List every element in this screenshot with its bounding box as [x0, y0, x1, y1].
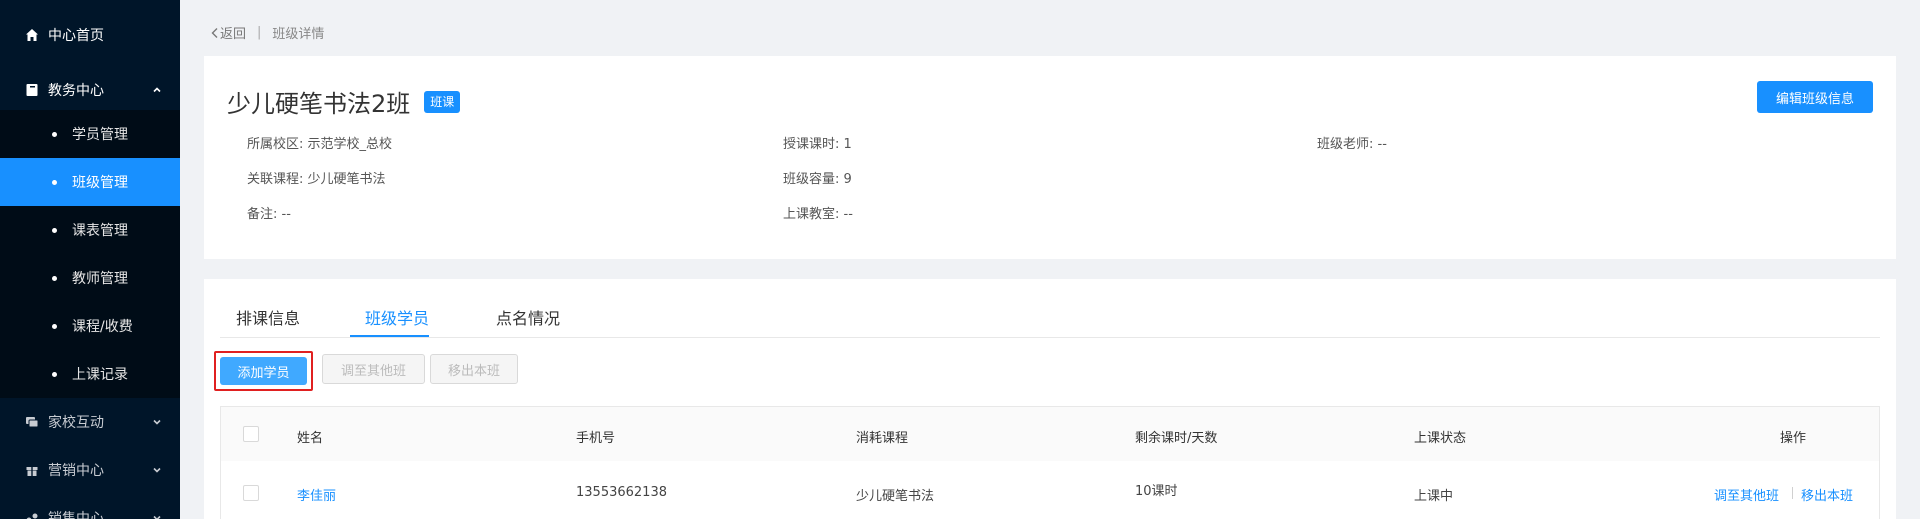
sidebar-item-label: 学员管理: [72, 127, 128, 143]
menu-academic[interactable]: 教务中心: [0, 70, 180, 110]
menu-marketing[interactable]: 营销中心: [0, 446, 180, 494]
page-title: 少儿硬笔书法2班 班课: [227, 84, 461, 119]
sidebar-item-label: 班级管理: [72, 175, 128, 191]
menu-home-label: 中心首页: [48, 28, 104, 44]
action-divider: [1792, 487, 1793, 499]
col-phone: 手机号: [576, 431, 616, 446]
menu-academic-label: 教务中心: [48, 83, 104, 99]
info-remark: 备注: --: [247, 207, 291, 222]
main-content: 返回 | 班级详情 少儿硬笔书法2班 班课 编辑班级信息 所属校区: 示范学校_…: [180, 0, 1920, 519]
info-course: 关联课程: 少儿硬笔书法: [247, 172, 386, 187]
transfer-class-button[interactable]: 调至其他班: [322, 354, 425, 384]
chevron-down-icon: [153, 467, 161, 473]
sidebar-item-label: 教师管理: [72, 271, 128, 287]
chat-icon: [24, 414, 40, 430]
home-icon: [24, 27, 40, 43]
col-remaining: 剩余课时/天数: [1135, 431, 1218, 446]
info-capacity: 班级容量: 9: [783, 172, 852, 187]
col-status: 上课状态: [1414, 431, 1467, 446]
student-phone: 13553662138: [576, 485, 667, 500]
gift-icon: [24, 462, 40, 478]
chevron-left-icon: [211, 27, 218, 38]
chevron-down-icon: [153, 515, 161, 519]
sidebar-item-label: 课程/收费: [72, 319, 133, 335]
student-course: 少儿硬笔书法: [856, 489, 935, 504]
table-row: 李佳丽 13553662138 少儿硬笔书法 10课时 上课中 调至其他班 移出…: [221, 461, 1879, 519]
col-name: 姓名: [297, 431, 324, 446]
students-table: 姓名 手机号 消耗课程 剩余课时/天数 上课状态 操作 李佳丽 13553662…: [220, 406, 1880, 519]
chart-icon: [24, 510, 40, 519]
sidebar-item-schedule[interactable]: 课表管理: [0, 206, 180, 254]
bullet-icon: [52, 371, 57, 377]
breadcrumb-current: 班级详情: [272, 27, 325, 42]
tab-attendance[interactable]: 点名情况: [496, 305, 560, 329]
sidebar-item-students[interactable]: 学员管理: [0, 110, 180, 158]
sidebar-item-teachers[interactable]: 教师管理: [0, 254, 180, 302]
select-all-checkbox[interactable]: [243, 426, 259, 442]
chevron-down-icon: [153, 419, 161, 425]
row-checkbox[interactable]: [243, 485, 259, 501]
bullet-icon: [52, 179, 57, 185]
class-name: 少儿硬笔书法2班: [227, 90, 411, 118]
sidebar: 中心首页 教务中心 学员管理 班级管理 课表管理 教师管理 课程/收费 上课记录…: [0, 0, 180, 519]
row-remove-link[interactable]: 移出本班: [1801, 485, 1853, 504]
info-teacher: 班级老师: --: [1317, 137, 1387, 152]
sidebar-item-label: 上课记录: [72, 367, 128, 383]
col-actions: 操作: [1780, 431, 1807, 446]
menu-sales[interactable]: 销售中心: [0, 494, 180, 519]
highlight-box: 添加学员: [214, 351, 313, 391]
chevron-up-icon: [153, 87, 161, 93]
edit-class-button[interactable]: 编辑班级信息: [1757, 81, 1873, 113]
bullet-icon: [52, 323, 57, 329]
active-tab-indicator: [350, 335, 429, 337]
menu-marketing-label: 营销中心: [48, 463, 104, 479]
col-course: 消耗课程: [856, 431, 909, 446]
menu-home-school-label: 家校互动: [48, 415, 104, 431]
info-hours: 授课课时: 1: [783, 137, 852, 152]
bullet-icon: [52, 227, 57, 233]
breadcrumb-separator: |: [257, 25, 262, 40]
bullet-icon: [52, 275, 57, 281]
add-student-button[interactable]: 添加学员: [220, 357, 307, 385]
student-remaining: 10课时: [1135, 484, 1178, 499]
class-type-badge: 班课: [424, 90, 461, 113]
tab-schedule-info[interactable]: 排课信息: [236, 305, 300, 329]
sidebar-item-courses[interactable]: 课程/收费: [0, 302, 180, 350]
menu-home-school[interactable]: 家校互动: [0, 398, 180, 446]
tab-class-students[interactable]: 班级学员: [365, 305, 429, 329]
table-header: 姓名 手机号 消耗课程 剩余课时/天数 上课状态 操作: [221, 407, 1879, 461]
menu-home[interactable]: 中心首页: [0, 0, 180, 70]
tab-bar: 排课信息 班级学员 点名情况: [220, 279, 1880, 338]
menu-sales-label: 销售中心: [48, 511, 104, 519]
student-status: 上课中: [1414, 489, 1454, 504]
book-icon: [24, 82, 40, 98]
class-info-card: 少儿硬笔书法2班 班课 编辑班级信息 所属校区: 示范学校_总校 关联课程: 少…: [204, 56, 1896, 259]
row-transfer-link[interactable]: 调至其他班: [1714, 485, 1779, 504]
back-link[interactable]: 返回: [210, 23, 246, 42]
bullet-icon: [52, 131, 57, 137]
sidebar-item-records[interactable]: 上课记录: [0, 350, 180, 398]
info-classroom: 上课教室: --: [783, 207, 853, 222]
academic-submenu: 学员管理 班级管理 课表管理 教师管理 课程/收费 上课记录: [0, 110, 180, 398]
remove-from-class-button[interactable]: 移出本班: [430, 354, 518, 384]
student-name-link[interactable]: 李佳丽: [297, 485, 336, 504]
class-detail-tabs-card: 排课信息 班级学员 点名情况 添加学员 调至其他班 移出本班 姓名 手机号 消耗…: [204, 279, 1896, 519]
breadcrumb: 返回 | 班级详情: [210, 23, 324, 42]
info-campus: 所属校区: 示范学校_总校: [247, 137, 393, 152]
back-label: 返回: [220, 27, 247, 42]
sidebar-item-label: 课表管理: [72, 223, 128, 239]
sidebar-item-classes[interactable]: 班级管理: [0, 158, 180, 206]
